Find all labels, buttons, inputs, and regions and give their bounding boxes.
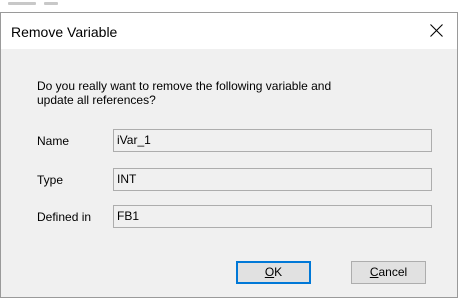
dialog-title: Remove Variable [11,24,118,40]
background-text-fragment [44,2,58,5]
type-field: INT [113,168,432,191]
message-line-2: update all references? [37,93,156,107]
close-icon [430,24,443,37]
defined-in-field: FB1 [113,205,432,228]
ok-mnemonic: O [264,265,275,279]
dialog-titlebar: Remove Variable [1,13,457,49]
name-field: iVar_1 [113,129,432,152]
name-label: Name [37,134,70,148]
ok-button[interactable]: OK [236,261,311,284]
background-text-fragment [8,2,36,5]
defined-in-label: Defined in [37,210,92,224]
ok-label-rest: K [274,265,283,279]
cancel-label-rest: ancel [378,265,408,279]
remove-variable-dialog: Remove Variable Do you really want to re… [0,12,458,298]
close-button[interactable] [417,13,457,49]
message-line-1: Do you really want to remove the followi… [37,79,332,93]
confirmation-message: Do you really want to remove the followi… [37,79,437,107]
type-label: Type [37,173,64,187]
cancel-button[interactable]: Cancel [351,261,426,284]
